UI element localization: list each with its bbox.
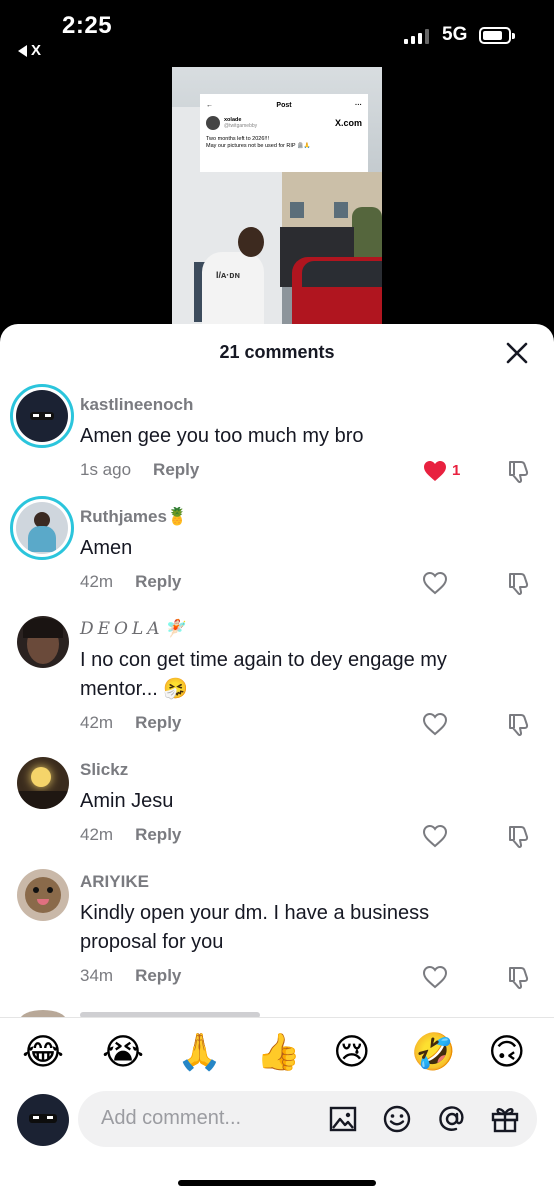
heart-outline-icon[interactable]	[422, 571, 448, 595]
back-app-label: X	[31, 42, 42, 59]
comment-text: I no con get time again to dey engage my…	[80, 649, 447, 700]
comment-username[interactable]: kastlineenoch	[80, 395, 193, 415]
heart-outline-icon[interactable]	[422, 712, 448, 736]
battery-icon	[479, 27, 515, 44]
reply-button[interactable]: Reply	[135, 713, 181, 733]
comment-username[interactable]: ARIYIKE	[80, 872, 149, 892]
back-to-app-button[interactable]: X	[18, 42, 41, 59]
video-preview[interactable]: I/ᴀ·ᴅɴ ← Post ··· xolade @twitgamebby X.…	[172, 67, 382, 337]
emoji-quick-bar: 😂 😭 🙏 👍 😢 🤣 🙃	[0, 1017, 554, 1089]
tweet-more-icon: ···	[354, 101, 362, 109]
add-comment-placeholder: Add comment...	[101, 1107, 242, 1129]
thumbs-down-icon[interactable]	[506, 570, 532, 596]
shirt-print: I/ᴀ·ᴅɴ	[216, 270, 240, 280]
tweet-overlay: ← Post ··· xolade @twitgamebby X.com Two…	[200, 94, 368, 172]
comment-input-row: Add comment...	[0, 1089, 554, 1169]
thumbs-down-icon[interactable]	[506, 711, 532, 737]
heart-outline-icon[interactable]	[422, 965, 448, 989]
emoji-cry[interactable]: 😢	[333, 1032, 371, 1072]
gift-icon[interactable]	[490, 1104, 520, 1134]
emoji-joy[interactable]: 😂	[22, 1032, 64, 1072]
avatar[interactable]	[17, 869, 69, 921]
comment-time: 42m	[80, 825, 114, 844]
reply-button[interactable]: Reply	[153, 460, 199, 480]
comments-sheet: 21 comments kastlineenoch Amen gee you t…	[0, 324, 554, 1199]
status-bar: 2:25 X 5G	[0, 0, 554, 70]
signal-icon	[404, 28, 429, 44]
like-count: 1	[452, 462, 461, 479]
emoji-rofl[interactable]: 🤣	[411, 1032, 456, 1072]
avatar[interactable]	[10, 384, 74, 448]
tweet-line-2: May our pictures not be used for RIP 🪦🙏	[206, 143, 311, 149]
emoji-upside-down[interactable]: 🙃	[488, 1032, 526, 1072]
emoji-picker-icon[interactable]	[382, 1104, 412, 1134]
thumbs-down-icon[interactable]	[506, 823, 532, 849]
avatar[interactable]	[17, 616, 69, 668]
comment-username[interactable]: Slickz	[80, 760, 128, 780]
comment-time: 34m	[80, 966, 114, 985]
back-arrow-icon	[18, 44, 27, 57]
thumbs-down-icon[interactable]	[506, 964, 532, 990]
tweet-line-1: Two months left to 2026!!!	[206, 136, 269, 142]
sheet-header: 21 comments	[0, 324, 554, 378]
tweet-site: X.com	[334, 118, 362, 128]
emoji-sob[interactable]: 😭	[102, 1032, 144, 1072]
avatar[interactable]	[17, 757, 69, 809]
reply-button[interactable]: Reply	[135, 825, 181, 845]
comment-time: 42m	[80, 572, 114, 591]
close-icon[interactable]	[504, 340, 530, 366]
comment-text: Amen	[80, 537, 133, 559]
tweet-handle: @twitgamebby	[224, 123, 258, 129]
comment-text: Amen gee you too much my bro	[80, 425, 364, 447]
comment-item: ARIYIKE Kindly open your dm. I have a bu…	[0, 857, 554, 997]
image-icon[interactable]	[328, 1104, 358, 1134]
reply-button[interactable]: Reply	[135, 966, 181, 986]
comment-item: kastlineenoch Amen gee you too much my b…	[0, 380, 554, 490]
comment-text: Kindly open your dm. I have a business p…	[80, 902, 430, 953]
comment-time: 42m	[80, 713, 114, 732]
emoji-pray[interactable]: 🙏	[177, 1032, 222, 1072]
reply-button[interactable]: Reply	[135, 572, 181, 592]
emoji-thumbs-up[interactable]: 👍	[256, 1032, 301, 1072]
tweet-back-icon: ←	[206, 101, 213, 109]
thumbs-down-icon[interactable]	[506, 458, 532, 484]
comment-username[interactable]: 𝐷𝐸𝑂𝐿𝐴🧚🏻	[80, 619, 189, 639]
tweet-avatar	[206, 116, 220, 130]
comment-item: Ruthjames🍍 Amen 42m Reply	[0, 492, 554, 602]
tweet-header: Post	[276, 101, 292, 109]
comment-username[interactable]: Ruthjames🍍	[80, 507, 188, 527]
status-time: 2:25	[62, 12, 113, 39]
heart-outline-icon[interactable]	[422, 824, 448, 848]
comment-text: Amin Jesu	[80, 790, 174, 812]
comment-time: 1s ago	[80, 460, 132, 479]
add-comment-input[interactable]: Add comment...	[78, 1091, 537, 1147]
comment-item: Slickz Amin Jesu 42m Reply	[0, 745, 554, 855]
network-type: 5G	[442, 24, 468, 45]
home-indicator	[178, 1180, 376, 1186]
mention-icon[interactable]	[437, 1104, 467, 1134]
heart-filled-icon[interactable]	[422, 459, 448, 483]
comments-count-title: 21 comments	[219, 342, 335, 362]
avatar[interactable]	[10, 496, 74, 560]
comment-item: 𝐷𝐸𝑂𝐿𝐴🧚🏻 I no con get time again to dey e…	[0, 604, 554, 744]
my-avatar[interactable]	[17, 1094, 69, 1146]
